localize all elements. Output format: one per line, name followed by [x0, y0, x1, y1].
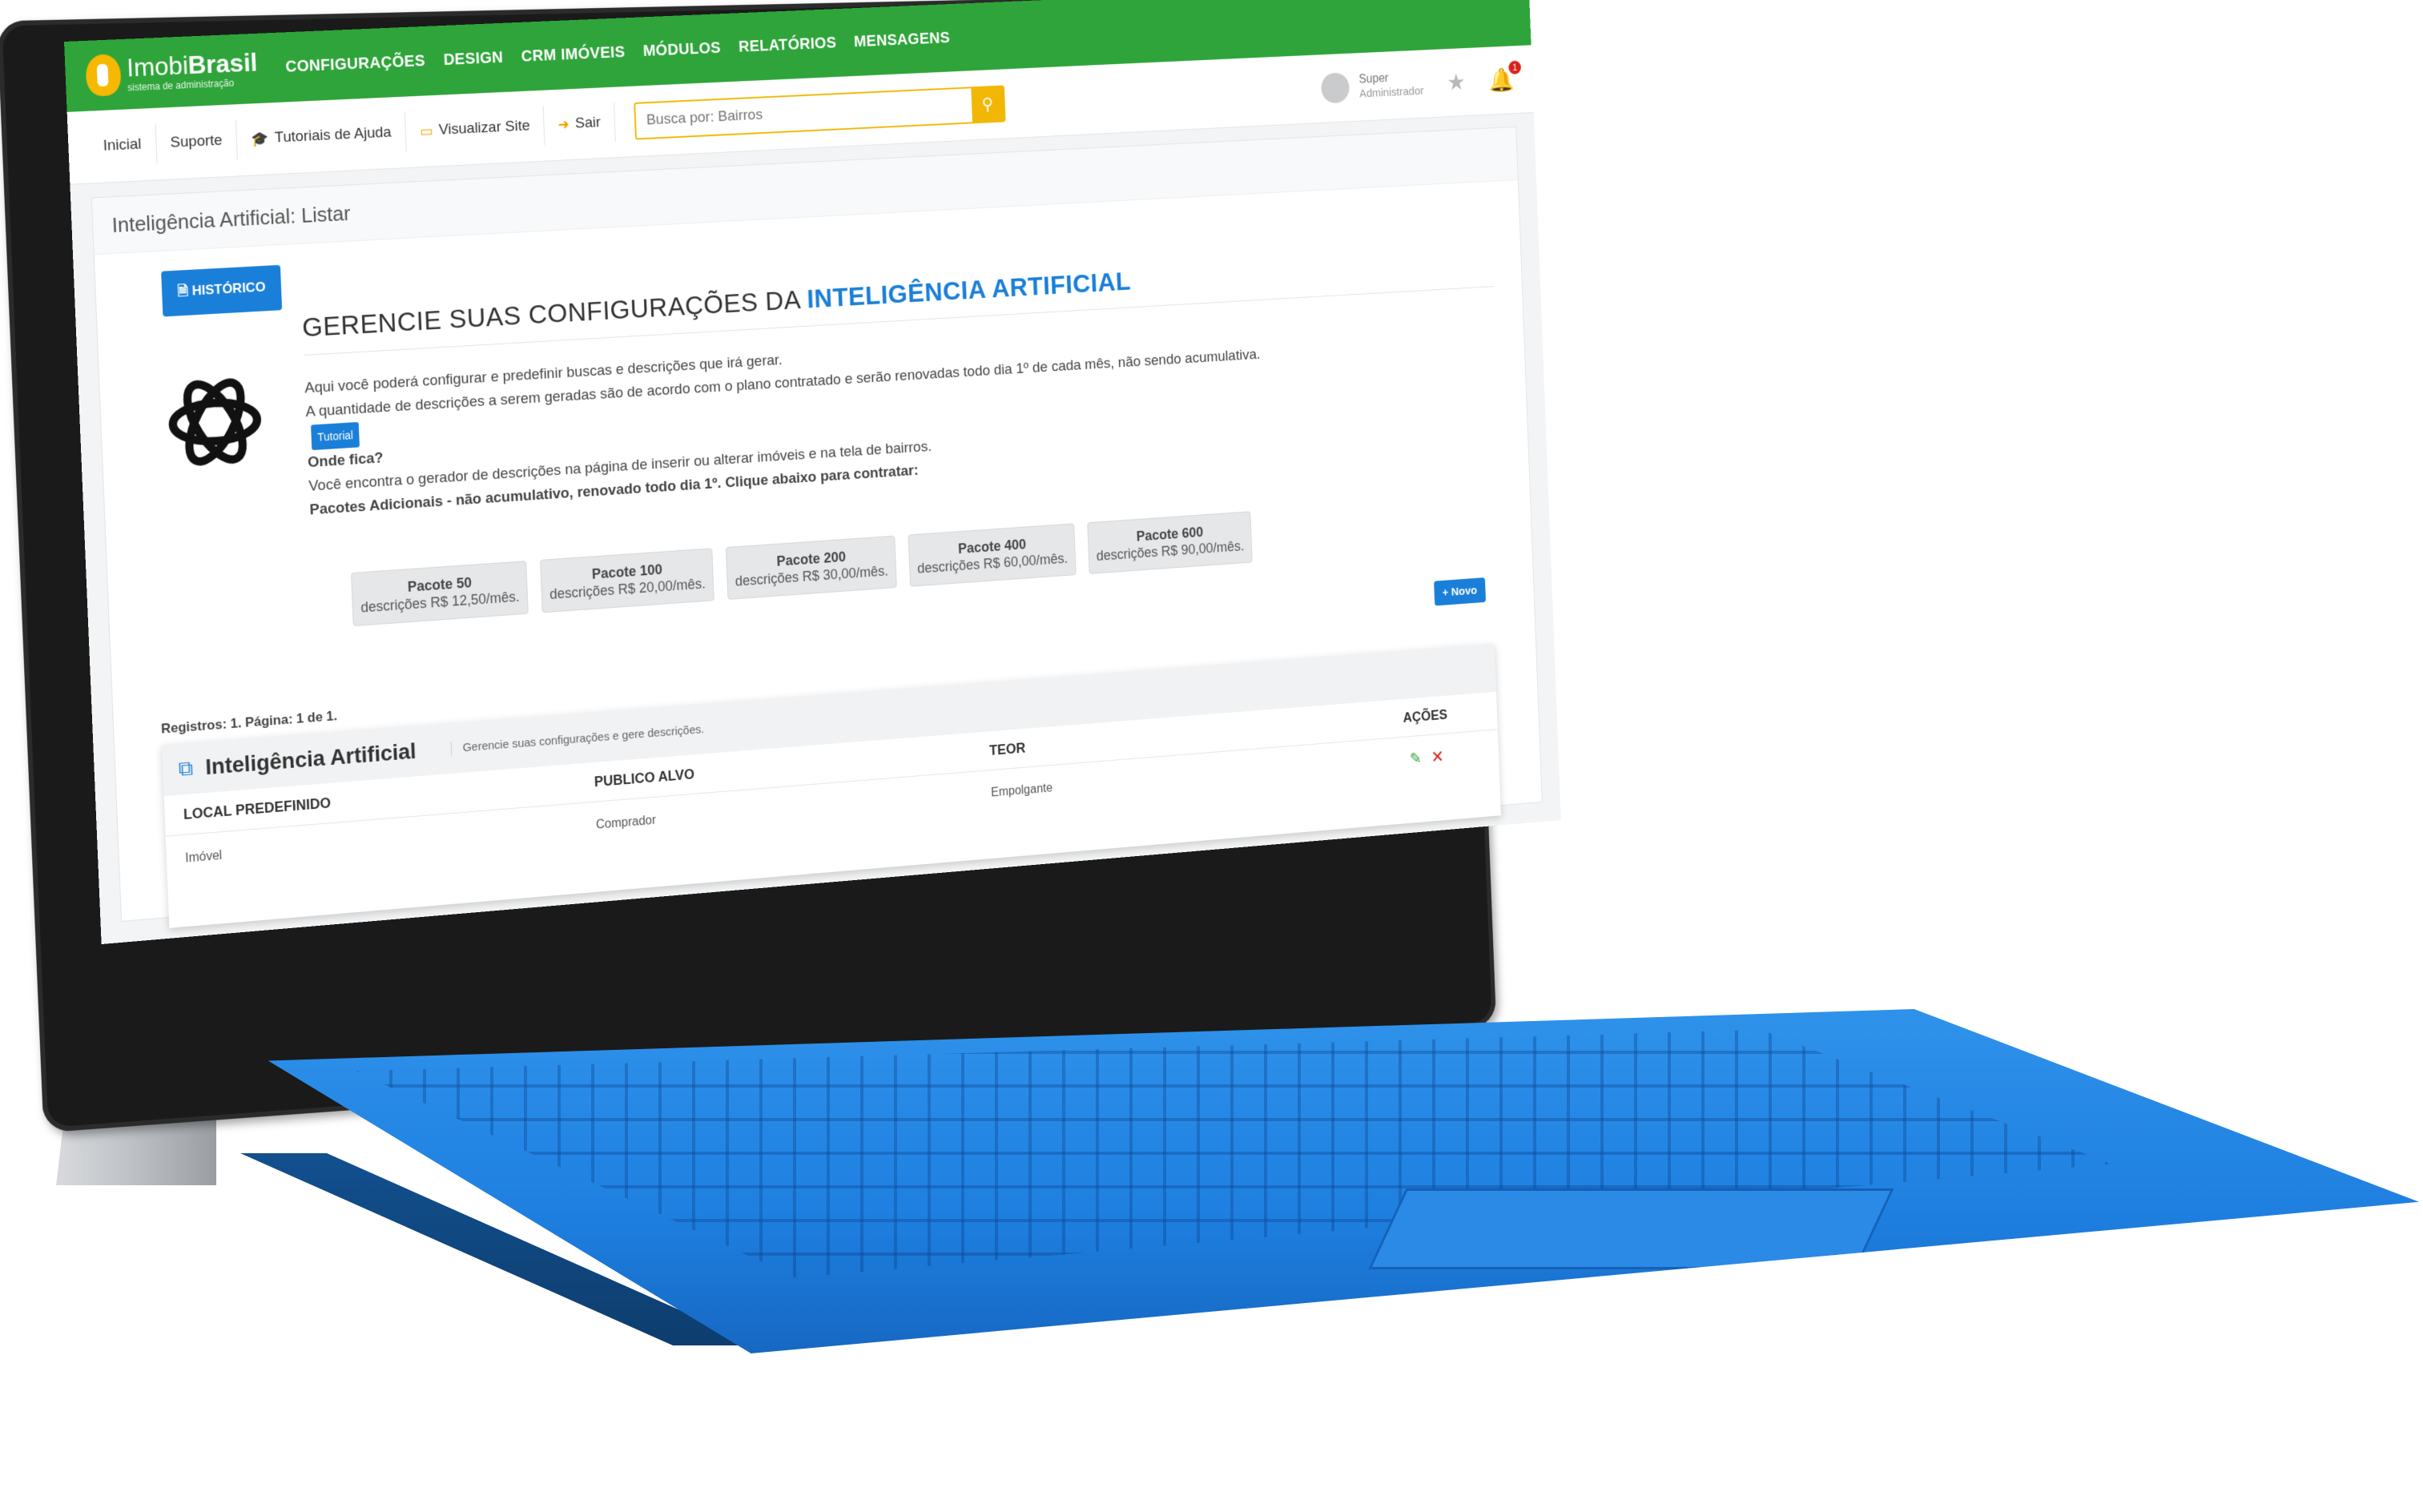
table-subtitle: Gerencie suas configurações e gere descr…	[451, 722, 705, 755]
history-button-label: HISTÓRICO	[191, 279, 266, 299]
user-menu[interactable]: Super Administrador	[1320, 69, 1424, 104]
package-400-button[interactable]: Pacote 400 descrições R$ 60,00/mês.	[908, 523, 1077, 587]
avatar	[1320, 72, 1350, 104]
package-200-button[interactable]: Pacote 200 descrições R$ 30,00/mês.	[725, 535, 897, 600]
search-icon: ⚲	[981, 94, 994, 115]
trackpad	[1368, 1188, 1894, 1269]
heading-plain: GERENCIE SUAS CONFIGURAÇÕES DA	[301, 284, 808, 344]
logo-text: Imobi	[126, 50, 189, 82]
column-header: AÇÕES	[1403, 706, 1448, 726]
link-label: Inicial	[103, 135, 142, 155]
screen: ImobiBrasil sistema de administração CON…	[64, 0, 1561, 945]
exit-icon: ➜	[557, 115, 570, 133]
main-content: Inteligência Artificial: Listar 🗎 HISTÓR…	[91, 126, 1543, 945]
row-actions: ✎ ✕	[1371, 744, 1483, 773]
quick-links: Inicial Suporte 🎓 Tutoriais de Ajuda ▭ Vis…	[88, 103, 616, 167]
link-label: Tutoriais de Ajuda	[274, 123, 392, 147]
link-label: Suporte	[170, 131, 223, 151]
type-cover-keyboard	[268, 1009, 2419, 1353]
user-name: Super	[1358, 71, 1389, 86]
copy-icon: ⧉	[178, 755, 194, 781]
link-suporte[interactable]: Suporte	[155, 120, 239, 164]
search-box: ⚲	[634, 85, 1006, 140]
link-tutoriais[interactable]: 🎓 Tutoriais de Ajuda	[235, 112, 407, 160]
menu-item-configuracoes[interactable]: CONFIGURAÇÕES	[285, 52, 425, 76]
new-button[interactable]: + Novo	[1433, 577, 1487, 606]
link-label: Sair	[574, 114, 602, 132]
bell-icon[interactable]: 🔔 1	[1488, 60, 1522, 94]
link-inicial[interactable]: Inicial	[88, 123, 158, 167]
main-menu: CONFIGURAÇÕES DESIGN CRM IMÓVEIS MÓDULOS…	[285, 29, 951, 76]
menu-item-crm-imoveis[interactable]: CRM IMÓVEIS	[521, 43, 625, 66]
package-50-button[interactable]: Pacote 50 descrições R$ 12,50/mês.	[351, 561, 529, 627]
menu-item-mensagens[interactable]: MENSAGENS	[854, 29, 951, 50]
heading-accent: INTELIGÊNCIA ARTIFICIAL	[806, 266, 1132, 315]
package-600-button[interactable]: Pacote 600 descrições R$ 90,00/mês.	[1087, 511, 1253, 574]
records-count: Registros: 1. Página: 1 de 1.	[160, 708, 338, 737]
menu-item-relatorios[interactable]: RELATÓRIOS	[739, 34, 837, 56]
link-sair[interactable]: ➜ Sair	[543, 103, 616, 146]
delete-icon[interactable]: ✕	[1431, 747, 1444, 768]
menu-item-design[interactable]: DESIGN	[443, 49, 503, 70]
tutorial-button[interactable]: Tutorial	[311, 421, 360, 451]
search-button[interactable]: ⚲	[971, 86, 1004, 123]
notification-badge: 1	[1508, 60, 1522, 74]
search-input[interactable]	[635, 96, 972, 130]
star-icon[interactable]: ★	[1447, 69, 1466, 96]
user-role: Administrador	[1358, 84, 1424, 100]
table-title: Inteligência Artificial	[204, 738, 417, 780]
logo-text-bold: Brasil	[187, 47, 258, 80]
monitor-icon: ▭	[419, 122, 433, 139]
openai-logo-icon	[154, 359, 276, 485]
history-button[interactable]: 🗎 HISTÓRICO	[161, 264, 283, 317]
edit-icon[interactable]: ✎	[1410, 749, 1422, 769]
menu-item-modulos[interactable]: MÓDULOS	[642, 39, 721, 61]
link-visualizar-site[interactable]: ▭ Visualizar Site	[405, 106, 545, 152]
packages-list: Pacote 50 descrições R$ 12,50/mês. Pacote…	[351, 511, 1253, 627]
logo-mark-icon	[85, 54, 122, 97]
keyboard-keys	[356, 1029, 2112, 1278]
graduation-cap-icon: 🎓	[251, 130, 269, 147]
imobibrasil-logo[interactable]: ImobiBrasil sistema de administração	[85, 48, 258, 97]
package-100-button[interactable]: Pacote 100 descrições R$ 20,00/mês.	[540, 548, 714, 613]
link-label: Visualizar Site	[438, 117, 530, 139]
